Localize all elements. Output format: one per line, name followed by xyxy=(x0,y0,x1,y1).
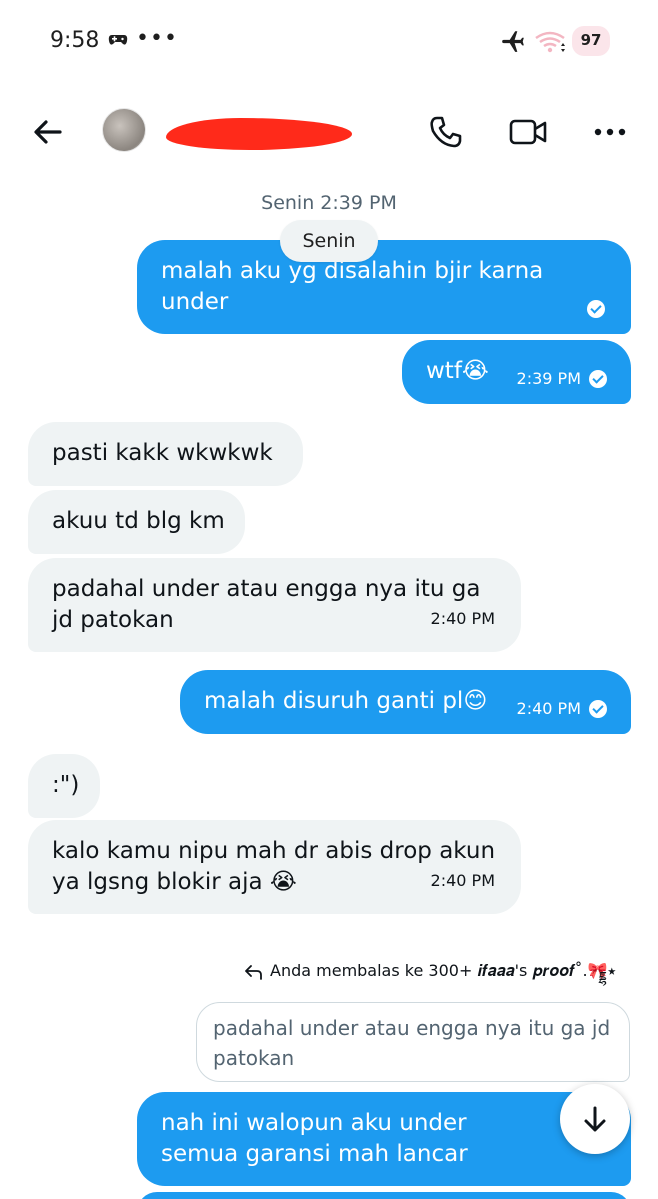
message-time: 2:40 PM xyxy=(430,871,495,890)
message-meta: 2:40 PM xyxy=(517,693,607,724)
message-meta: 2:40 PM xyxy=(431,865,495,896)
message-meta: 2:40 PM xyxy=(431,603,495,634)
message-bubble-outgoing[interactable]: malah disuruh ganti pl😊 2:40 PM xyxy=(180,670,631,734)
back-arrow-icon[interactable] xyxy=(28,112,68,152)
day-chip: Senin xyxy=(280,220,378,262)
contact-name[interactable] xyxy=(166,114,356,154)
avatar[interactable] xyxy=(102,108,146,152)
message-meta: 2:39 PM xyxy=(517,363,607,394)
status-more-dots: ••• xyxy=(136,26,178,51)
message-text: nah ini walopun aku under semua garansi … xyxy=(161,1110,468,1167)
redaction-mark xyxy=(166,118,352,150)
read-check-icon xyxy=(589,699,607,718)
message-bubble-incoming[interactable]: pasti kakk wkwkwk xyxy=(28,422,303,486)
message-time: 2:40 PM xyxy=(516,699,581,718)
video-icon[interactable] xyxy=(508,116,548,148)
chat-header xyxy=(0,96,658,168)
phone-icon[interactable] xyxy=(428,114,464,150)
arrow-down-icon xyxy=(584,1106,606,1132)
reply-indicator: Anda membalas ke 300+ 𝒊𝒇𝒂𝒂𝒂's 𝒑𝒓𝒐𝒐𝒇˚.🎀྘⭑ xyxy=(244,956,616,987)
status-time: 9:58 xyxy=(50,28,100,53)
day-timestamp: Senin 2:39 PM xyxy=(261,192,397,214)
message-bubble-incoming[interactable]: padahal under atau engga nya itu ga jd p… xyxy=(28,558,521,652)
message-time: 2:39 PM xyxy=(516,369,581,388)
message-meta xyxy=(587,300,605,318)
message-bubble-outgoing[interactable]: nah ini walopun aku under semua garansi … xyxy=(137,1092,631,1186)
status-bar: 9:58 ••• 97 xyxy=(0,0,658,82)
message-list[interactable]: Senin 2:39 PM Senin malah aku yg disalah… xyxy=(0,180,658,1199)
quoted-message[interactable]: padahal under atau engga nya itu ga jd p… xyxy=(196,1002,630,1082)
read-check-icon xyxy=(587,300,605,318)
message-bubble-incoming[interactable]: kalo kamu nipu mah dr abis drop akun ya … xyxy=(28,820,521,914)
quoted-text: padahal under atau engga nya itu ga jd p… xyxy=(213,1016,611,1070)
gamepad-icon xyxy=(108,35,128,45)
message-bubble-incoming[interactable]: :") xyxy=(28,754,100,818)
message-time: 2:40 PM xyxy=(430,609,495,628)
battery-icon: 97 xyxy=(572,26,610,56)
battery-level: 97 xyxy=(580,31,602,49)
message-bubble-outgoing-partial[interactable] xyxy=(137,1192,631,1199)
message-bubble-outgoing[interactable]: wtf😭 2:39 PM xyxy=(402,340,631,404)
reply-label-text: Anda membalas ke 300+ 𝒊𝒇𝒂𝒂𝒂's 𝒑𝒓𝒐𝒐𝒇˚.🎀྘⭑ xyxy=(270,961,617,980)
message-text: pasti kakk wkwkwk xyxy=(52,440,273,466)
airplane-icon xyxy=(502,31,524,52)
message-text: :") xyxy=(52,772,80,798)
wifi-icon xyxy=(535,31,565,53)
message-bubble-outgoing[interactable]: malah aku yg disalahin bjir karna under xyxy=(137,240,631,334)
scroll-to-bottom-button[interactable] xyxy=(560,1084,630,1154)
more-icon[interactable] xyxy=(590,120,630,144)
read-check-icon xyxy=(589,369,607,388)
message-text: akuu td blg km xyxy=(52,508,225,534)
reply-arrow-icon xyxy=(245,964,262,980)
message-text: malah aku yg disalahin bjir karna under xyxy=(161,258,544,315)
message-bubble-incoming[interactable]: akuu td blg km xyxy=(28,490,245,554)
